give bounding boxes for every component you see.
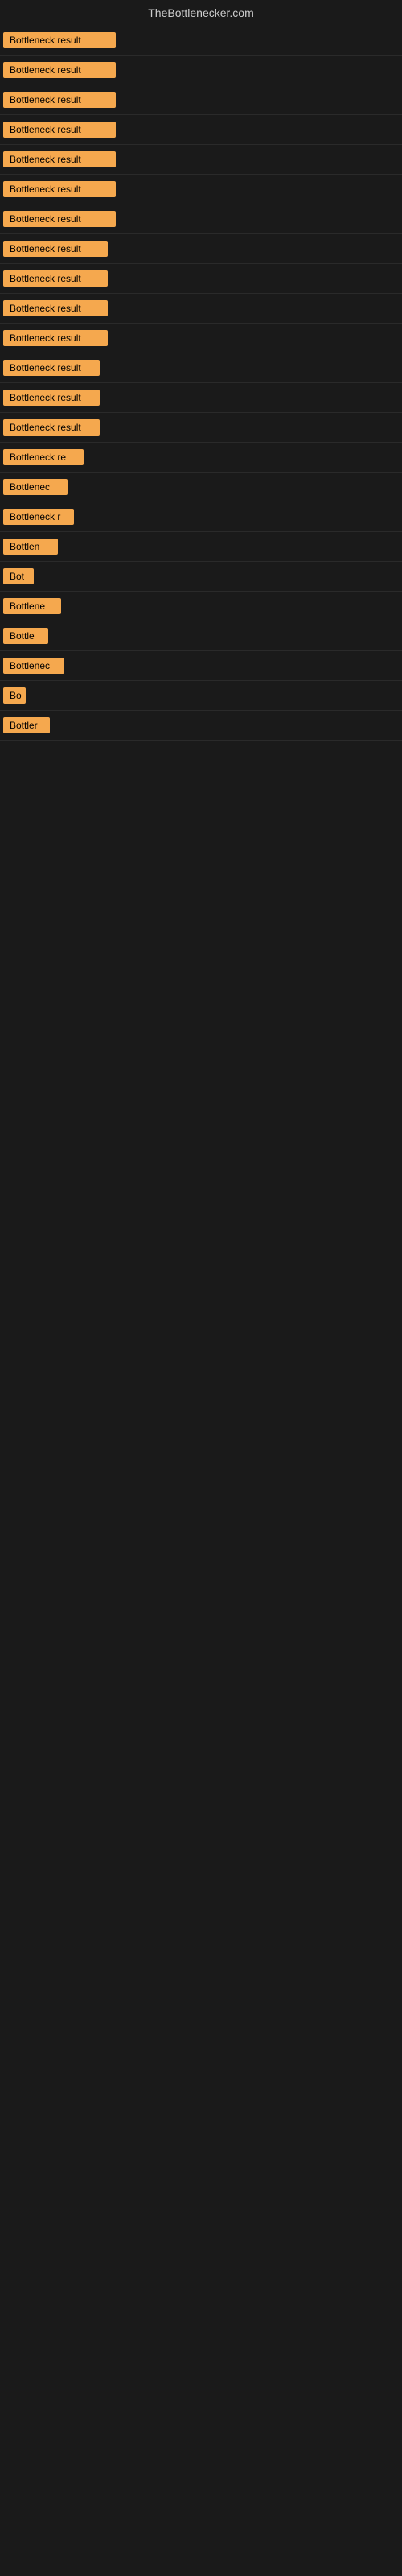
result-item: Bo: [0, 681, 402, 711]
result-item: Bottle: [0, 621, 402, 651]
result-item: Bottleneck result: [0, 145, 402, 175]
result-item: Bottleneck result: [0, 294, 402, 324]
result-item: Bottleneck result: [0, 26, 402, 56]
result-item: Bottlenec: [0, 473, 402, 502]
results-list: Bottleneck result Bottleneck result Bottle…: [0, 26, 402, 741]
result-item: Bottleneck result: [0, 264, 402, 294]
bottleneck-result-label[interactable]: Bottlen: [3, 539, 58, 555]
bottleneck-result-label[interactable]: Bottleneck result: [3, 151, 116, 167]
result-item: Bottleneck result: [0, 115, 402, 145]
result-item: Bottlene: [0, 592, 402, 621]
result-item: Bottleneck result: [0, 353, 402, 383]
bottleneck-result-label[interactable]: Bottler: [3, 717, 50, 733]
result-item: Bottleneck result: [0, 204, 402, 234]
result-item: Bottlen: [0, 532, 402, 562]
result-item: Bottleneck r: [0, 502, 402, 532]
bottleneck-result-label[interactable]: Bottleneck result: [3, 330, 108, 346]
bottleneck-result-label[interactable]: Bottleneck result: [3, 122, 116, 138]
bottleneck-result-label[interactable]: Bottleneck result: [3, 419, 100, 436]
bottleneck-result-label[interactable]: Bo: [3, 687, 26, 704]
bottleneck-result-label[interactable]: Bottleneck result: [3, 390, 100, 406]
result-item: Bottleneck re: [0, 443, 402, 473]
result-item: Bottleneck result: [0, 413, 402, 443]
result-item: Bottleneck result: [0, 324, 402, 353]
bottleneck-result-label[interactable]: Bottlenec: [3, 479, 68, 495]
bottleneck-result-label[interactable]: Bottleneck result: [3, 181, 116, 197]
bottleneck-result-label[interactable]: Bottleneck result: [3, 92, 116, 108]
result-item: Bottleneck result: [0, 85, 402, 115]
bottleneck-result-label[interactable]: Bot: [3, 568, 34, 584]
result-item: Bottleneck result: [0, 234, 402, 264]
bottleneck-result-label[interactable]: Bottle: [3, 628, 48, 644]
bottleneck-result-label[interactable]: Bottleneck result: [3, 241, 108, 257]
result-item: Bottlenec: [0, 651, 402, 681]
bottleneck-result-label[interactable]: Bottleneck result: [3, 270, 108, 287]
bottleneck-result-label[interactable]: Bottleneck result: [3, 32, 116, 48]
bottleneck-result-label[interactable]: Bottleneck result: [3, 300, 108, 316]
bottleneck-result-label[interactable]: Bottleneck re: [3, 449, 84, 465]
result-item: Bottler: [0, 711, 402, 741]
bottleneck-result-label[interactable]: Bottleneck r: [3, 509, 74, 525]
result-item: Bottleneck result: [0, 383, 402, 413]
bottleneck-result-label[interactable]: Bottleneck result: [3, 211, 116, 227]
result-item: Bottleneck result: [0, 56, 402, 85]
bottleneck-result-label[interactable]: Bottleneck result: [3, 62, 116, 78]
site-header: TheBottlenecker.com: [0, 0, 402, 26]
bottleneck-result-label[interactable]: Bottlenec: [3, 658, 64, 674]
bottleneck-result-label[interactable]: Bottleneck result: [3, 360, 100, 376]
result-item: Bot: [0, 562, 402, 592]
site-title: TheBottlenecker.com: [0, 0, 402, 26]
result-item: Bottleneck result: [0, 175, 402, 204]
bottleneck-result-label[interactable]: Bottlene: [3, 598, 61, 614]
